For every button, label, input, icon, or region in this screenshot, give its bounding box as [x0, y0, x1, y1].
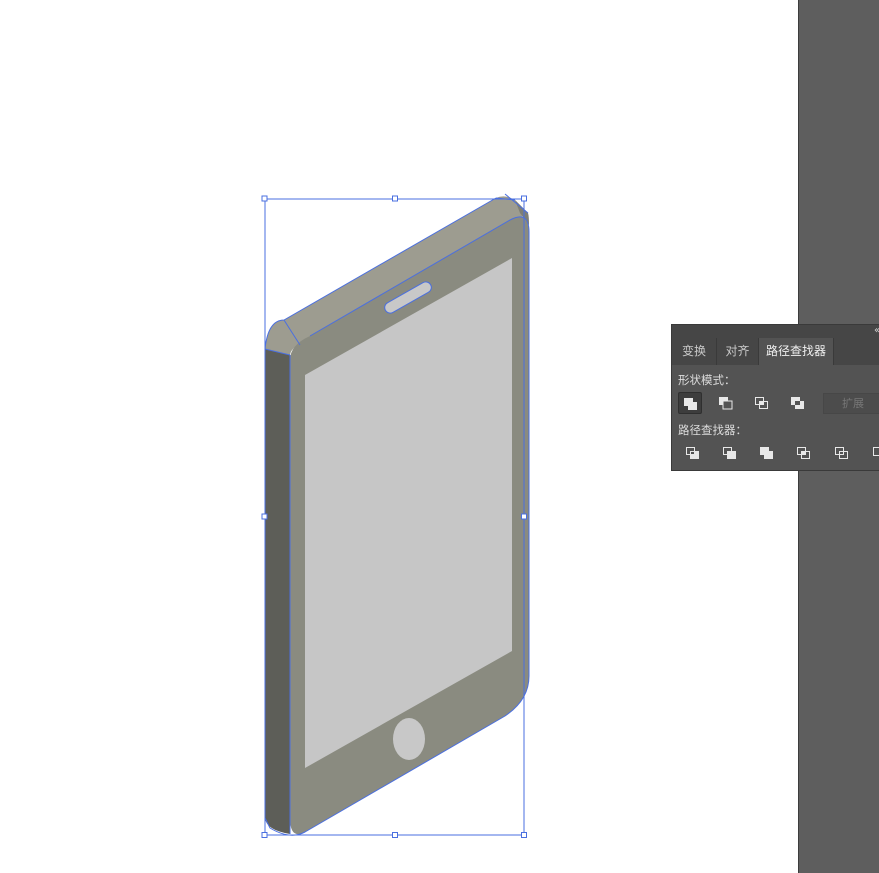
merge-button[interactable]	[755, 442, 779, 464]
unite-button[interactable]	[678, 392, 702, 414]
crop-button[interactable]	[792, 442, 816, 464]
phone-left-side[interactable]	[265, 349, 290, 834]
minus-front-icon	[719, 397, 733, 410]
tab-transform[interactable]: 变换	[672, 338, 717, 365]
panel-title-bar[interactable]: ‹‹	[672, 325, 879, 338]
outline-button[interactable]	[830, 442, 854, 464]
crop-icon	[797, 447, 810, 459]
panel-tabs: 变换 对齐 路径查找器	[672, 338, 879, 365]
phone-home-button[interactable]	[393, 718, 425, 760]
intersect-button[interactable]	[750, 392, 774, 414]
merge-icon	[760, 447, 773, 459]
outline-icon	[835, 447, 848, 459]
tab-align[interactable]: 对齐	[717, 338, 759, 365]
shape-modes-label: 形状模式：	[678, 373, 736, 387]
handle-bottom-left[interactable]	[261, 832, 268, 838]
minus-back-icon	[873, 447, 879, 456]
unite-icon	[684, 398, 697, 410]
handle-top-right[interactable]	[521, 195, 527, 202]
handle-middle-left[interactable]	[261, 513, 268, 520]
intersect-icon	[755, 397, 768, 409]
handle-top-left[interactable]	[261, 195, 268, 202]
tab-pathfinder[interactable]: 路径查找器	[759, 338, 834, 365]
exclude-icon	[791, 397, 804, 409]
divide-icon	[686, 447, 699, 459]
trim-button[interactable]	[718, 442, 742, 464]
handle-middle-right[interactable]	[521, 513, 527, 520]
expand-button[interactable]: 扩展	[823, 393, 879, 414]
handle-bottom-right[interactable]	[521, 832, 527, 838]
minus-back-button[interactable]	[868, 442, 879, 464]
minus-front-button[interactable]	[714, 392, 738, 414]
handle-top-middle[interactable]	[392, 195, 398, 202]
collapse-panel-icon[interactable]: ‹‹	[874, 324, 879, 337]
divide-button[interactable]	[681, 442, 705, 464]
handle-bottom-middle[interactable]	[392, 832, 398, 838]
pathfinders-label: 路径查找器：	[678, 423, 747, 437]
exclude-button[interactable]	[786, 392, 810, 414]
trim-icon	[723, 447, 736, 459]
pathfinder-panel: ‹‹ 变换 对齐 路径查找器 形状模式： 扩展 路径查找器：	[671, 324, 879, 471]
